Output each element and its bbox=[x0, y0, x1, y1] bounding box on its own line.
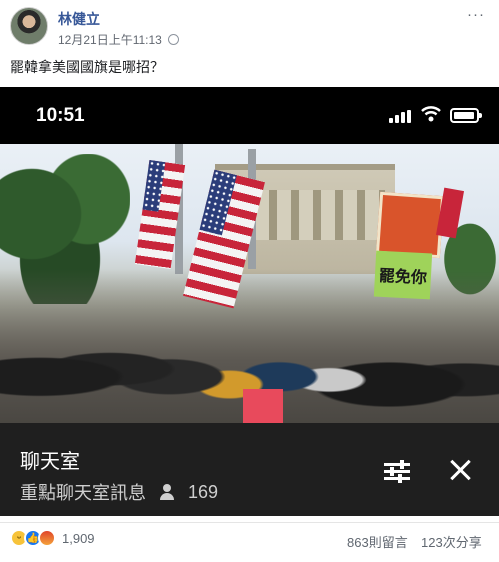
close-icon[interactable] bbox=[448, 457, 474, 483]
globe-icon bbox=[167, 34, 179, 45]
protest-sign bbox=[375, 191, 445, 259]
reactions-summary[interactable]: ᵕ 👍 1,909 bbox=[10, 529, 95, 547]
chat-room-bar: 聊天室 重點聊天室訊息 169 bbox=[0, 423, 499, 516]
comment-count-link[interactable]: 863則留言 bbox=[347, 532, 408, 551]
angry-reaction-icon bbox=[38, 529, 56, 547]
status-time: 10:51 bbox=[36, 105, 85, 126]
post-caption: 罷韓拿美國國旗是哪招？ bbox=[10, 59, 164, 75]
phone-status-bar: 10:51 bbox=[0, 87, 499, 144]
post-footer: ᵕ 👍 1,909 863則留言 123次分享 bbox=[0, 522, 499, 552]
protest-sign-green: 罷免你 bbox=[373, 250, 433, 300]
post-header: 林健立 12月21日上午11:13 ··· bbox=[0, 0, 499, 52]
wifi-icon bbox=[421, 106, 441, 122]
video-frame[interactable]: 10:51 罷免你 聊天室 重點聊天室訊息 169 bbox=[0, 87, 499, 516]
chat-room-subtitle[interactable]: 重點聊天室訊息 169 bbox=[20, 479, 218, 505]
chat-mode-label: 重點聊天室訊息 bbox=[20, 483, 146, 503]
settings-sliders-icon[interactable] bbox=[384, 460, 410, 483]
cellular-signal-icon bbox=[389, 110, 411, 123]
post-meta: 12月21日上午11:13 bbox=[58, 31, 179, 48]
person-icon bbox=[160, 484, 174, 500]
pink-bag bbox=[243, 389, 283, 423]
battery-icon bbox=[450, 108, 482, 123]
viewer-count: 169 bbox=[188, 481, 219, 502]
chat-room-title[interactable]: 聊天室 bbox=[20, 445, 80, 474]
author-name[interactable]: 林健立 bbox=[58, 9, 100, 29]
author-avatar[interactable] bbox=[10, 7, 48, 45]
share-count-link[interactable]: 123次分享 bbox=[421, 532, 482, 551]
post-timestamp[interactable]: 12月21日上午11:13 bbox=[58, 31, 162, 48]
more-options-icon[interactable]: ··· bbox=[467, 6, 485, 23]
reaction-count: 1,909 bbox=[62, 530, 95, 546]
rally-photo: 罷免你 bbox=[0, 144, 499, 423]
